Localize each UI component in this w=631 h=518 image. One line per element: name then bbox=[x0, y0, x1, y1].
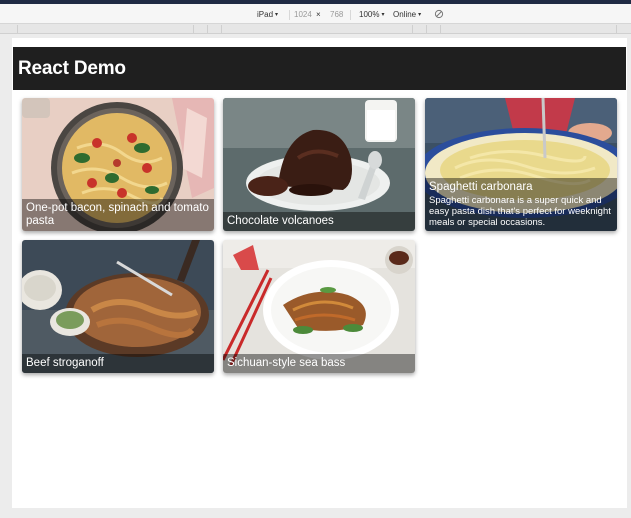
recipe-caption: Sichuan-style sea bass bbox=[223, 354, 415, 373]
zoom-label: 100% bbox=[359, 10, 380, 19]
width-value: 1024 bbox=[294, 10, 312, 19]
recipe-card[interactable]: Spaghetti carbonara Spaghetti carbonara … bbox=[425, 98, 617, 231]
recipe-caption: Beef stroganoff bbox=[22, 354, 214, 373]
ruler-tick bbox=[221, 25, 222, 33]
ruler-tick bbox=[426, 25, 427, 33]
device-toolbar: iPad ▾ 1024 × 768 100% ▾ Online ▾ bbox=[0, 4, 631, 24]
times-glyph: × bbox=[316, 10, 321, 19]
recipe-title: Spaghetti carbonara bbox=[429, 181, 533, 193]
ruler-tick bbox=[616, 25, 617, 33]
recipe-caption: Spaghetti carbonara Spaghetti carbonara … bbox=[425, 178, 617, 231]
ruler-tick bbox=[17, 25, 18, 33]
chevron-down-icon: ▾ bbox=[381, 12, 385, 18]
height-value: 768 bbox=[330, 10, 344, 19]
times-icon: × bbox=[316, 10, 321, 19]
recipe-card[interactable]: Sichuan-style sea bass bbox=[223, 240, 415, 373]
toolbar-divider bbox=[289, 10, 290, 20]
height-input[interactable]: 768 bbox=[330, 10, 343, 19]
ruler-tick bbox=[440, 25, 441, 33]
recipe-title: Beef stroganoff bbox=[26, 357, 104, 369]
device-select[interactable]: iPad ▾ bbox=[257, 10, 278, 19]
toolbar-divider bbox=[350, 10, 351, 20]
recipe-description: Spaghetti carbonara is a super quick and… bbox=[429, 195, 611, 228]
ruler-tick bbox=[193, 25, 194, 33]
recipe-title: Sichuan-style sea bass bbox=[227, 357, 346, 369]
recipe-title: One-pot bacon, spinach and tomato pasta bbox=[26, 202, 209, 227]
rotate-icon bbox=[434, 9, 444, 19]
rotate-button[interactable] bbox=[434, 9, 444, 19]
device-label: iPad bbox=[257, 10, 274, 19]
recipe-title: Chocolate volcanoes bbox=[227, 215, 334, 227]
network-select[interactable]: Online ▾ bbox=[393, 10, 421, 19]
app-header: React Demo bbox=[13, 47, 626, 90]
recipe-caption: Chocolate volcanoes bbox=[223, 212, 415, 231]
recipe-card[interactable]: One-pot bacon, spinach and tomato pasta bbox=[22, 98, 214, 231]
zoom-select[interactable]: 100% ▾ bbox=[359, 10, 384, 19]
chevron-down-icon: ▾ bbox=[275, 12, 279, 18]
recipe-card[interactable]: Chocolate volcanoes bbox=[223, 98, 415, 231]
ruler-tick bbox=[412, 25, 413, 33]
page-viewport: React Demo One-pot bacon, spinach and to… bbox=[12, 38, 627, 508]
chevron-down-icon: ▾ bbox=[418, 12, 422, 18]
network-label: Online bbox=[393, 10, 417, 19]
width-input[interactable]: 1024 bbox=[294, 10, 312, 19]
recipe-caption: One-pot bacon, spinach and tomato pasta bbox=[22, 199, 214, 231]
recipe-card[interactable]: Beef stroganoff bbox=[22, 240, 214, 373]
media-query-ruler bbox=[0, 24, 631, 34]
ruler-tick bbox=[207, 25, 208, 33]
page-title: React Demo bbox=[18, 58, 126, 79]
